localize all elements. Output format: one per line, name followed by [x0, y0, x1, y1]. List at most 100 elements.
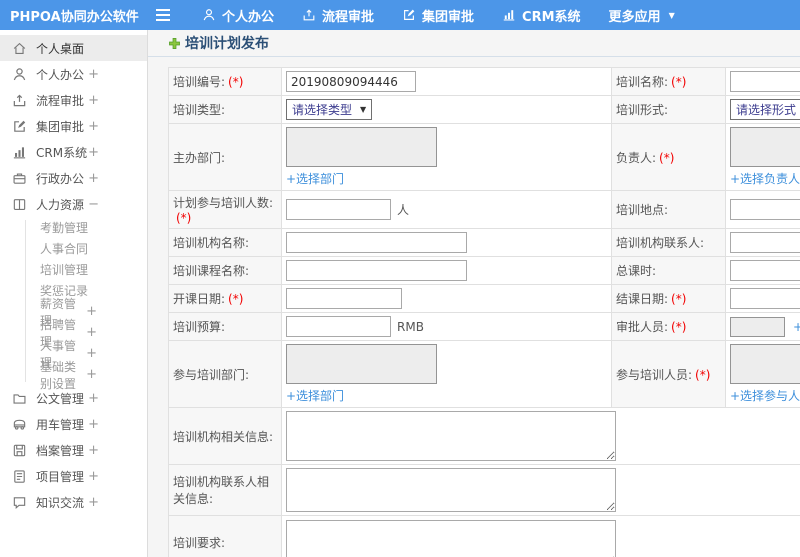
field-label: 参与培训部门:	[168, 340, 282, 408]
sidebar-item-knowledge[interactable]: 知识交流 +	[0, 489, 147, 515]
org-contact-input[interactable]	[730, 232, 800, 253]
budget-input[interactable]	[286, 316, 391, 337]
bar-chart-icon	[502, 8, 516, 22]
expand-icon[interactable]: +	[86, 304, 147, 319]
end-date-input[interactable]	[730, 288, 800, 309]
org-info-textarea[interactable]	[286, 411, 616, 461]
field-label: 培训形式:	[611, 95, 726, 124]
expand-icon[interactable]: +	[88, 391, 147, 406]
app-logo: PHPOA协同办公软件	[10, 9, 139, 25]
sidebar-subitem-training[interactable]: 培训管理	[0, 259, 147, 280]
expand-icon[interactable]: +	[88, 495, 147, 510]
sidebar-subitem-base-category[interactable]: 基础类别设置 +	[0, 360, 147, 391]
field-label: 培训编号: (*)	[168, 67, 282, 96]
required-mark: (*)	[228, 292, 244, 306]
table-row: 计划参与培训人数:(*) 人 培训地点:	[168, 190, 800, 229]
planned-count-input[interactable]	[286, 199, 391, 220]
sidebar-item-admin-office[interactable]: 行政办公 +	[0, 165, 147, 191]
field-label: 培训预算:	[168, 312, 282, 341]
approver-box[interactable]	[730, 316, 785, 337]
nav-more-apps[interactable]: 更多应用 ▼	[595, 6, 689, 25]
pick-approver-link[interactable]: +选择审批人	[793, 320, 800, 334]
sidebar-subitem-attendance[interactable]: 考勤管理	[0, 217, 147, 238]
requirements-textarea[interactable]	[286, 519, 616, 557]
caret-down-icon: ▼	[668, 10, 675, 20]
field-label: 结课日期: (*)	[611, 284, 726, 313]
total-hours-input[interactable]	[730, 260, 800, 281]
leader-box[interactable]	[730, 127, 800, 167]
required-mark: (*)	[176, 211, 192, 225]
archive-icon	[12, 443, 27, 458]
field-label: 参与培训人员: (*)	[611, 340, 726, 408]
edit-icon	[402, 8, 416, 22]
expand-icon[interactable]: +	[86, 325, 147, 340]
pick-dept-link[interactable]: +选择部门	[286, 387, 344, 404]
host-dept-box[interactable]	[286, 127, 437, 167]
expand-icon[interactable]: +	[88, 119, 147, 134]
pick-leader-link[interactable]: +选择负责人	[730, 170, 800, 187]
nav-crm-system[interactable]: CRM系统	[488, 6, 595, 25]
nav-process-approval[interactable]: 流程审批	[288, 6, 388, 25]
sidebar-item-crm[interactable]: CRM系统 +	[0, 139, 147, 165]
field-label: 培训机构联系人:	[611, 228, 726, 257]
field-label: 培训要求:	[168, 515, 282, 557]
training-name-input[interactable]	[730, 71, 800, 92]
training-no-input[interactable]	[286, 71, 416, 92]
join-depts-box[interactable]	[286, 344, 437, 384]
folder-icon	[12, 391, 27, 406]
page-title: 培训计划发布	[185, 36, 269, 52]
sidebar-item-personal-office[interactable]: 个人办公 +	[0, 61, 147, 87]
table-row: 培训机构相关信息:	[168, 407, 800, 465]
required-mark: (*)	[671, 75, 687, 89]
expand-icon[interactable]: +	[88, 93, 147, 108]
training-type-select[interactable]: 请选择类型 ▼	[286, 99, 373, 120]
sidebar-item-projects[interactable]: 项目管理 +	[0, 463, 147, 489]
collapse-icon[interactable]: −	[88, 197, 147, 212]
caret-down-icon: ▼	[360, 105, 367, 114]
hamburger-menu-icon[interactable]	[154, 8, 172, 22]
sidebar-item-desktop[interactable]: 个人桌面	[0, 35, 147, 61]
table-row: 参与培训部门: +选择部门 参与培训人员:(*) +选择参与人员	[168, 340, 800, 408]
sidebar-item-hr[interactable]: 人力资源 −	[0, 191, 147, 217]
briefcase-icon	[12, 171, 27, 186]
field-label: 培训类型:	[168, 95, 282, 124]
join-staff-box[interactable]	[730, 344, 800, 384]
pick-staff-link[interactable]: +选择参与人员	[730, 387, 800, 404]
expand-icon[interactable]: +	[86, 346, 147, 361]
training-plan-form: 培训编号:(*) 培训名称:(*) 培训类型: 请选择类型▼ 培训形式: 请选择…	[168, 67, 800, 557]
sidebar-subitem-hr-contract[interactable]: 人事合同	[0, 238, 147, 259]
start-date-input[interactable]	[286, 288, 402, 309]
home-icon	[12, 41, 27, 56]
field-label: 培训机构联系人相关信息:	[168, 464, 282, 516]
sidebar-item-process-approval[interactable]: 流程审批 +	[0, 87, 147, 113]
course-name-input[interactable]	[286, 260, 467, 281]
sidebar: 个人桌面 个人办公 + 流程审批 + 集团审批 + CRM系统 + 行政办公 +	[0, 30, 148, 557]
pick-dept-link[interactable]: +选择部门	[286, 170, 344, 187]
expand-icon[interactable]: +	[88, 417, 147, 432]
sidebar-item-archives[interactable]: 档案管理 +	[0, 437, 147, 463]
sidebar-item-vehicles[interactable]: 用车管理 +	[0, 411, 147, 437]
table-row: 培训预算: RMB 审批人员:(*) +选择审批人	[168, 312, 800, 341]
field-label: 开课日期: (*)	[168, 284, 282, 313]
expand-icon[interactable]: +	[88, 443, 147, 458]
field-label: 主办部门:	[168, 123, 282, 191]
top-nav: 个人办公 流程审批 集团审批 CRM系统 更多应用 ▼	[188, 6, 689, 25]
page-title-bar: 培训计划发布	[148, 30, 800, 57]
field-label: 负责人: (*)	[611, 123, 726, 191]
user-icon	[202, 8, 216, 22]
field-label: 总课时:	[611, 256, 726, 285]
org-contact-info-textarea[interactable]	[286, 468, 616, 512]
training-form-select[interactable]: 请选择形式▼	[730, 99, 800, 120]
table-row: 培训要求:	[168, 515, 800, 557]
sidebar-item-group-approval[interactable]: 集团审批 +	[0, 113, 147, 139]
expand-icon[interactable]: +	[86, 367, 147, 382]
nav-group-approval[interactable]: 集团审批	[388, 6, 488, 25]
expand-icon[interactable]: +	[88, 469, 147, 484]
expand-icon[interactable]: +	[88, 67, 147, 82]
nav-personal-office[interactable]: 个人办公	[188, 6, 288, 25]
expand-icon[interactable]: +	[88, 145, 147, 160]
org-name-input[interactable]	[286, 232, 467, 253]
location-input[interactable]	[730, 199, 800, 220]
table-row: 培训课程名称: 总课时:	[168, 256, 800, 285]
expand-icon[interactable]: +	[88, 171, 147, 186]
